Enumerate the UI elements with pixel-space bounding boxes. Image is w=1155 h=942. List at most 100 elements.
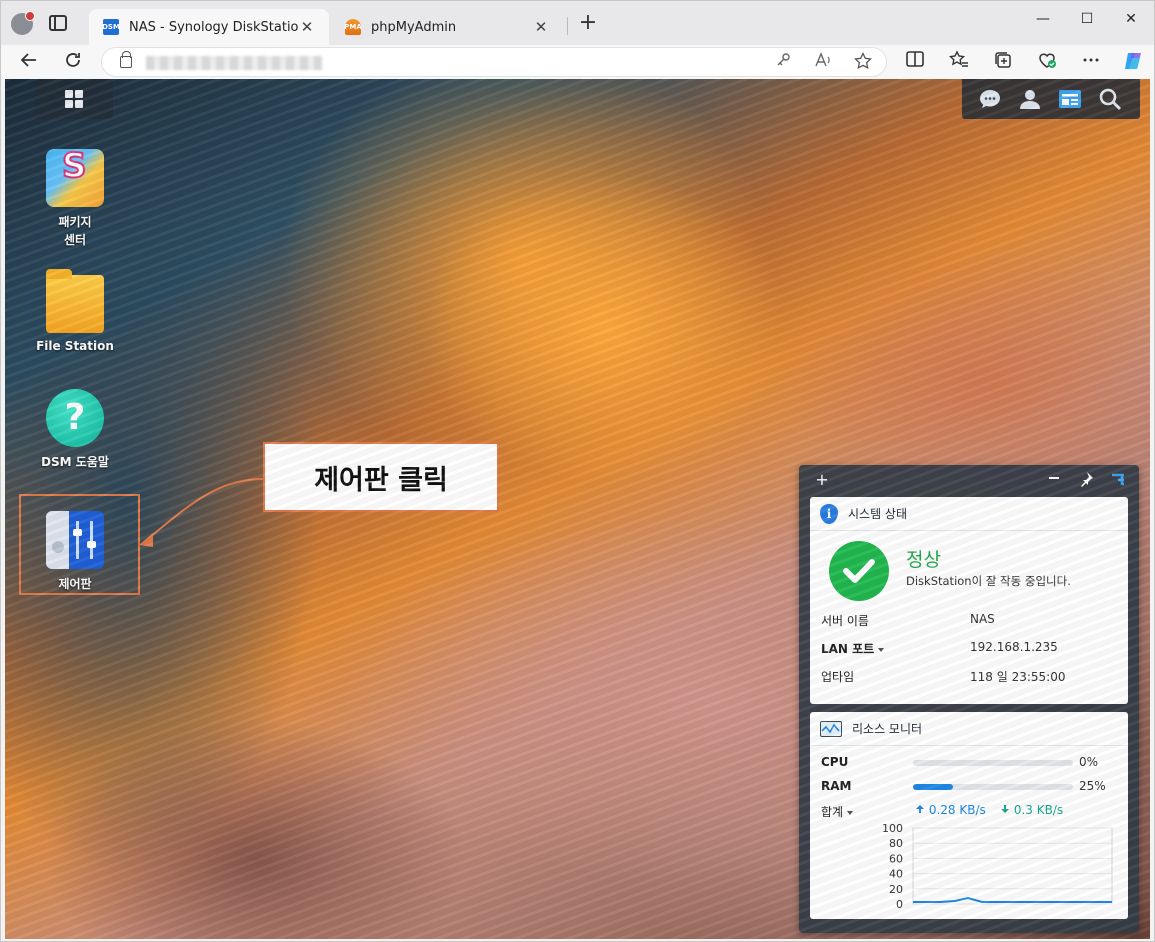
row-key: LAN 포트 xyxy=(821,642,875,656)
lock-icon[interactable] xyxy=(120,51,132,68)
minimize-button[interactable]: — xyxy=(1031,11,1055,33)
upload-arrow-icon xyxy=(916,805,924,813)
control-panel-highlight xyxy=(19,494,140,595)
network-chart: 100 80 60 40 20 0 xyxy=(810,822,1128,922)
y-tick-label: 100 xyxy=(882,822,903,835)
address-bar[interactable] xyxy=(101,47,887,77)
pma-favicon-icon: PMA xyxy=(344,19,362,35)
widgets-icon[interactable] xyxy=(1058,87,1082,111)
collections-icon[interactable] xyxy=(991,50,1015,74)
status-description: DiskStation이 잘 작동 중입니다. xyxy=(906,574,1071,588)
main-menu-icon xyxy=(65,90,83,108)
cpu-row: CPU 0% xyxy=(810,750,1128,774)
download-rate: 0.3 KB/s xyxy=(1000,803,1063,817)
ram-row: RAM 25% xyxy=(810,774,1128,798)
ram-label: RAM xyxy=(821,779,852,793)
desktop-icon-label: DSM 도움말 xyxy=(41,455,109,469)
user-icon[interactable] xyxy=(1018,87,1042,111)
refresh-icon[interactable] xyxy=(61,50,85,74)
row-value: 118 일 23:55:00 xyxy=(970,670,1066,684)
network-row: 합계 0.28 KB/s 0.3 KB/s xyxy=(810,798,1128,822)
dsm-favicon-icon: DSM xyxy=(102,19,120,35)
add-widget-icon[interactable]: + xyxy=(813,471,831,489)
lan-port-dropdown[interactable]: LAN 포트 xyxy=(821,640,885,657)
package-center-icon xyxy=(46,149,104,207)
ram-percent: 25% xyxy=(1079,779,1106,793)
callout-arrow xyxy=(139,478,264,547)
caret-down-icon xyxy=(847,810,854,815)
info-shield-icon: i xyxy=(820,503,838,524)
close-window-button[interactable]: ✕ xyxy=(1119,11,1143,33)
tab-close-icon[interactable]: ✕ xyxy=(533,18,549,36)
download-value: 0.3 KB/s xyxy=(1013,803,1064,817)
maximize-button[interactable]: ☐ xyxy=(1075,11,1099,33)
upload-rate: 0.28 KB/s xyxy=(915,803,986,817)
more-options-icon[interactable] xyxy=(1079,50,1103,74)
server-name-row: 서버 이름 NAS xyxy=(810,605,1128,633)
tab-actions-icon[interactable] xyxy=(49,15,67,31)
cpu-percent: 0% xyxy=(1079,755,1099,769)
row-value: NAS xyxy=(970,612,995,626)
split-screen-icon[interactable] xyxy=(903,50,927,74)
dsm-desktop[interactable]: 패키지 센터 File Station ? DSM 도움말 제어판 제어판 클릭 xyxy=(5,79,1150,939)
panel-title: 리소스 모니터 xyxy=(852,722,923,736)
cpu-label: CPU xyxy=(821,755,849,769)
desktop-icon-label: File Station xyxy=(36,339,114,353)
panel-title: 시스템 상태 xyxy=(848,507,908,521)
desktop-icon-file-station[interactable]: File Station xyxy=(21,269,129,355)
new-tab-button[interactable]: + xyxy=(577,12,599,35)
help-icon: ? xyxy=(46,389,104,447)
desktop-icon-package-center[interactable]: 패키지 센터 xyxy=(21,149,129,249)
resource-monitor-icon xyxy=(820,720,842,737)
ram-usage-fill xyxy=(913,784,953,790)
y-tick-label: 80 xyxy=(889,837,903,850)
read-aloud-icon[interactable] xyxy=(812,52,834,74)
row-key: 업타임 xyxy=(821,670,855,684)
browser-essentials-icon[interactable] xyxy=(1035,50,1059,74)
notifications-chat-icon[interactable] xyxy=(978,87,1002,111)
tab-close-icon[interactable]: ✕ xyxy=(299,18,315,36)
row-value: 192.168.1.235 xyxy=(970,640,1058,654)
total-label: 합계 xyxy=(821,805,844,819)
upload-value: 0.28 KB/s xyxy=(928,803,986,817)
tab-phpmyadmin[interactable]: PMA phpMyAdmin ✕ xyxy=(331,9,563,45)
tab-label: NAS - Synology DiskStation xyxy=(129,19,299,35)
chart-frame xyxy=(912,827,1113,905)
browser-toolbar xyxy=(1,45,1154,79)
uptime-row: 업타임 118 일 23:55:00 xyxy=(810,661,1128,689)
lan-port-row: LAN 포트 192.168.1.235 xyxy=(810,633,1128,661)
pin-icon[interactable] xyxy=(1077,471,1095,489)
folder-icon xyxy=(46,269,104,333)
desktop-icon-dsm-help[interactable]: ? DSM 도움말 xyxy=(21,389,129,471)
taskbar-right-tray xyxy=(962,79,1140,119)
desktop-icon-label: 패키지 센터 xyxy=(58,215,92,247)
widget-toolbar: + xyxy=(799,465,1139,497)
network-chart-svg: 100 80 60 40 20 0 xyxy=(882,822,1113,911)
y-tick-label: 40 xyxy=(889,868,903,881)
cpu-usage-bar xyxy=(913,760,1073,766)
search-icon[interactable] xyxy=(1098,87,1122,111)
check-circle-icon xyxy=(829,541,889,601)
status-text: 정상 xyxy=(906,549,941,571)
favorites-icon[interactable] xyxy=(947,50,971,74)
tab-synology[interactable]: DSM NAS - Synology DiskStation ✕ xyxy=(89,9,329,45)
row-key: 서버 이름 xyxy=(821,614,869,628)
y-tick-label: 20 xyxy=(889,883,903,896)
back-arrow-icon[interactable] xyxy=(17,50,41,74)
browser-window: DSM NAS - Synology DiskStation ✕ PMA php… xyxy=(0,0,1155,942)
y-tick-label: 60 xyxy=(889,852,903,865)
y-tick-label: 0 xyxy=(896,898,903,911)
caret-down-icon xyxy=(878,647,885,652)
minimize-widget-icon[interactable] xyxy=(1045,471,1063,489)
profile-avatar-icon[interactable] xyxy=(11,11,35,35)
total-dropdown[interactable]: 합계 xyxy=(821,803,854,820)
callout-label: 제어판 클릭 xyxy=(263,442,499,512)
widget-layout-icon[interactable] xyxy=(1109,471,1127,489)
favorite-star-icon[interactable] xyxy=(852,51,874,74)
tab-separator xyxy=(567,17,568,35)
widget-panel: + i 시스템 상태 정상 DiskStation이 잘 작동 중입니다. 서버… xyxy=(799,465,1139,933)
blurred-url xyxy=(146,56,322,70)
key-icon[interactable] xyxy=(772,52,794,74)
copilot-icon[interactable] xyxy=(1121,50,1145,74)
main-menu-button[interactable] xyxy=(35,79,113,119)
